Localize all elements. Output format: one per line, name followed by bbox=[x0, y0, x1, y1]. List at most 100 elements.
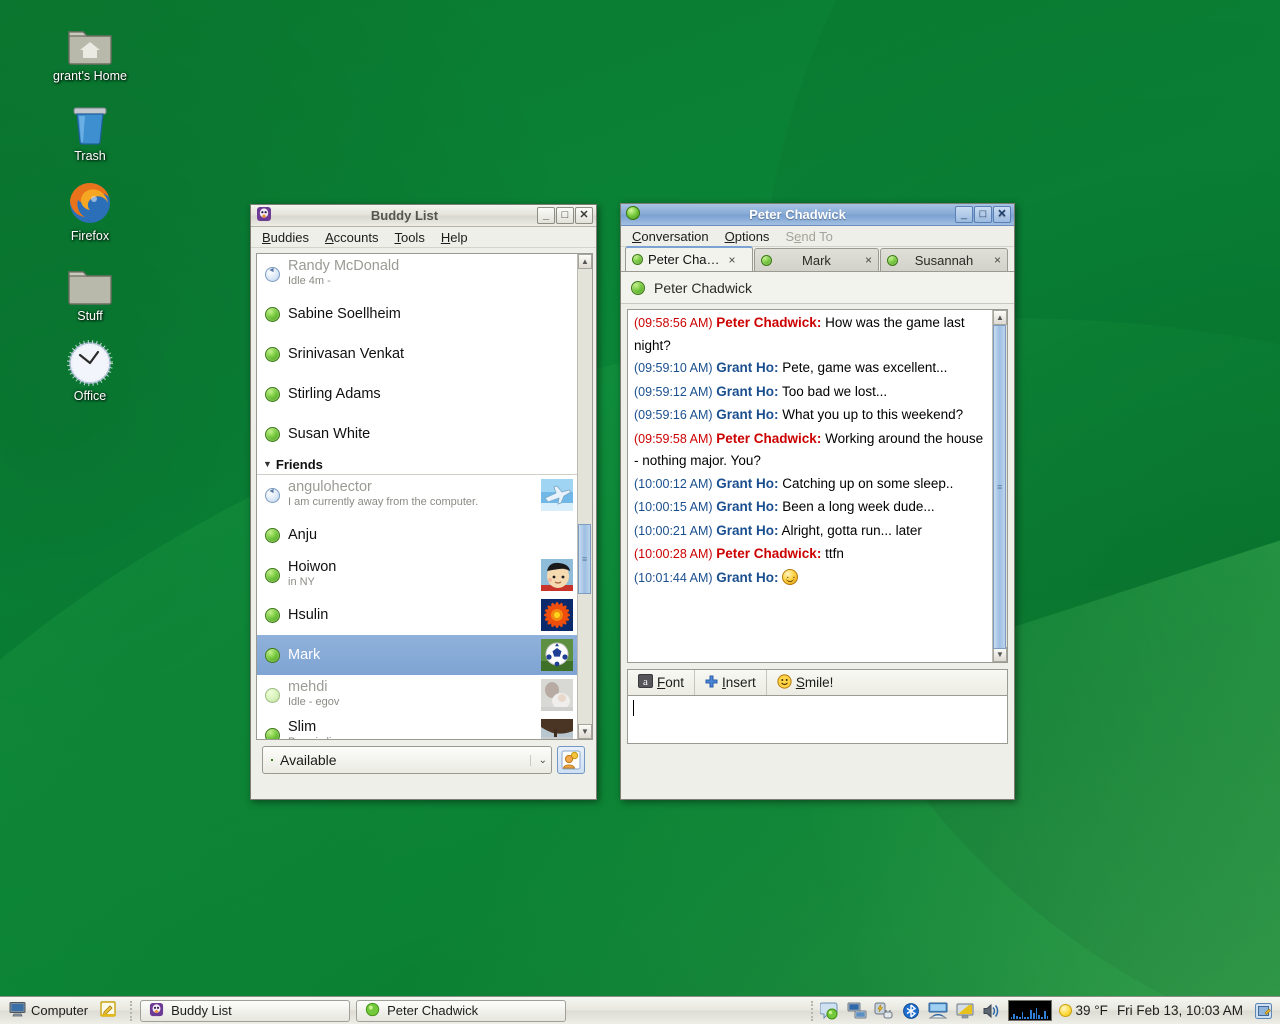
show-desktop-icon[interactable] bbox=[1252, 1000, 1274, 1022]
conversation-scrollbar[interactable]: ▲ ▼ bbox=[992, 310, 1007, 662]
close-button[interactable]: ✕ bbox=[993, 206, 1011, 223]
desktop-icon-stuff[interactable]: Stuff bbox=[40, 258, 140, 323]
chevron-down-icon[interactable]: ▼ bbox=[263, 459, 272, 469]
scroll-down-button[interactable]: ▼ bbox=[578, 724, 592, 739]
message-input[interactable] bbox=[627, 696, 1008, 744]
buddy-list-scrollbar[interactable]: ▲ ▼ bbox=[577, 254, 592, 739]
scroll-up-button[interactable]: ▲ bbox=[993, 310, 1007, 325]
conversation-titlebar[interactable]: Peter Chadwick _ □ ✕ bbox=[621, 204, 1014, 226]
close-tab-icon[interactable]: × bbox=[994, 253, 1001, 267]
weather-indicator[interactable]: 39 °F bbox=[1057, 1003, 1108, 1018]
font-button[interactable]: a Font bbox=[628, 670, 696, 695]
message-timestamp: (09:59:12 AM) bbox=[634, 384, 713, 399]
insert-button[interactable]: Insert bbox=[695, 670, 767, 695]
chat-message: (10:01:44 AM) Grant Ho: bbox=[634, 565, 988, 590]
scroll-up-button[interactable]: ▲ bbox=[578, 254, 592, 269]
buddy-list-window-controls: _ □ ✕ bbox=[537, 207, 593, 224]
close-tab-icon[interactable]: × bbox=[729, 253, 736, 267]
monitor-brightness-icon[interactable] bbox=[954, 1000, 976, 1022]
cpu-monitor-icon[interactable] bbox=[1007, 1000, 1052, 1021]
display-settings-icon[interactable] bbox=[927, 1000, 949, 1022]
buddy-list-item[interactable]: Stirling Adams bbox=[257, 374, 577, 414]
minimize-button[interactable]: _ bbox=[955, 206, 973, 223]
presence-icon-online bbox=[265, 727, 280, 739]
scroll-down-button[interactable]: ▼ bbox=[993, 647, 1007, 662]
power-battery-icon[interactable] bbox=[873, 1000, 895, 1022]
scroll-track[interactable] bbox=[578, 269, 592, 724]
buddy-list-item[interactable]: mehdi Idle - egov bbox=[257, 675, 577, 715]
buddy-list-item[interactable]: Randy McDonaldIdle 4m - bbox=[257, 254, 577, 294]
scroll-thumb[interactable] bbox=[993, 325, 1006, 649]
volume-icon[interactable] bbox=[981, 1000, 1003, 1022]
menu-options[interactable]: Options bbox=[718, 228, 777, 245]
presence-icon-online bbox=[761, 254, 772, 266]
message-text: Been a long week dude... bbox=[778, 499, 935, 514]
buddy-list-item[interactable]: angulohectorI am currently away from the… bbox=[257, 475, 577, 515]
menu-buddies[interactable]: Buddies bbox=[255, 229, 316, 246]
conversation-log-container: (09:58:56 AM) Peter Chadwick: How was th… bbox=[627, 309, 1008, 663]
maximize-button[interactable]: □ bbox=[974, 206, 992, 223]
launcher-notes-editor[interactable] bbox=[97, 1000, 120, 1022]
conversation-title: Peter Chadwick bbox=[749, 207, 846, 222]
buddy-list-item[interactable]: Srinivasan Venkat bbox=[257, 334, 577, 374]
desktop-icon-office[interactable]: Office bbox=[40, 338, 140, 403]
conversation-window[interactable]: Peter Chadwick _ □ ✕ Conversation Option… bbox=[620, 203, 1015, 800]
smiley-emoticon-icon bbox=[782, 565, 798, 586]
chevron-down-icon[interactable]: ⌄ bbox=[529, 754, 547, 766]
status-selector[interactable]: Available ⌄ bbox=[262, 746, 552, 774]
desktop-icon-firefox[interactable]: Firefox bbox=[40, 178, 140, 243]
conversation-log[interactable]: (09:58:56 AM) Peter Chadwick: How was th… bbox=[628, 310, 992, 662]
buddy-group-label: Friends bbox=[275, 456, 323, 472]
close-button[interactable]: ✕ bbox=[575, 207, 593, 224]
svg-text:a: a bbox=[643, 676, 648, 688]
status-selector-value: Available bbox=[280, 752, 337, 768]
network-workstation-icon[interactable] bbox=[846, 1000, 868, 1022]
scroll-thumb[interactable] bbox=[578, 524, 591, 594]
conversation-tab-mark[interactable]: Mark × bbox=[754, 248, 879, 271]
menu-conversation[interactable]: Conversation bbox=[625, 228, 716, 245]
minimize-button[interactable]: _ bbox=[537, 207, 555, 224]
buddy-list-item[interactable]: Anju bbox=[257, 515, 577, 555]
buddy-list-titlebar[interactable]: Buddy List _ □ ✕ bbox=[251, 205, 596, 227]
desktop-icon-trash[interactable]: Trash bbox=[40, 98, 140, 163]
chat-message: (10:00:21 AM) Grant Ho: Alright, gotta r… bbox=[634, 520, 988, 543]
close-tab-icon[interactable]: × bbox=[865, 253, 872, 267]
buddy-status-text: Idle 4m - bbox=[288, 275, 331, 287]
computer-icon bbox=[9, 1001, 26, 1020]
pidgin-tray-icon[interactable] bbox=[819, 1000, 841, 1022]
notes-editor-icon bbox=[100, 1000, 117, 1021]
conversation-tab-susannah[interactable]: Susannah × bbox=[880, 248, 1008, 271]
conversation-tab-petercha[interactable]: Peter Cha… × bbox=[625, 246, 753, 271]
clock[interactable]: Fri Feb 13, 10:03 AM bbox=[1113, 1003, 1247, 1018]
buddy-list-item[interactable]: Susan White bbox=[257, 414, 577, 454]
taskbar-task-buddylist[interactable]: Buddy List bbox=[140, 999, 351, 1022]
bluetooth-icon[interactable] bbox=[900, 1000, 922, 1022]
buddy-list-item[interactable]: Sabine Soellheim bbox=[257, 294, 577, 334]
buddy-group-friends[interactable]: ▼ Friends bbox=[257, 454, 577, 475]
buddy-list-item[interactable]: Hoiwon in NY bbox=[257, 555, 577, 595]
conversation-format-toolbar: a Font Insert Smile! bbox=[627, 669, 1008, 696]
buddy-name: Randy McDonald bbox=[288, 259, 400, 274]
taskbar-task-peterchadwick[interactable]: Peter Chadwick bbox=[356, 999, 567, 1022]
buddy-list-window[interactable]: Buddy List _ □ ✕ Buddies Accounts Tools … bbox=[250, 204, 597, 800]
buddy-list-scroll-area[interactable]: Randy McDonaldIdle 4m - Sabine Soellheim S… bbox=[257, 254, 577, 739]
buddy-list-item[interactable]: Hsulin bbox=[257, 595, 577, 635]
contact-presence-icon bbox=[631, 280, 645, 295]
buddy-avatar-orange-flower bbox=[541, 599, 573, 631]
message-timestamp: (10:01:44 AM) bbox=[634, 570, 713, 585]
maximize-button[interactable]: □ bbox=[556, 207, 574, 224]
menu-tools[interactable]: Tools bbox=[387, 229, 431, 246]
menu-help[interactable]: Help bbox=[434, 229, 475, 246]
message-text: Pete, game was excellent... bbox=[778, 360, 948, 375]
message-sender: Grant Ho: bbox=[716, 475, 779, 491]
buddy-list-item[interactable]: Mark bbox=[257, 635, 577, 675]
scroll-track[interactable] bbox=[993, 325, 1007, 649]
conversation-tab-bar[interactable]: Peter Cha… × Mark × Susannah × bbox=[621, 246, 1014, 272]
buddy-icon-button[interactable] bbox=[557, 746, 585, 774]
smile-button[interactable]: Smile! bbox=[767, 670, 844, 695]
menu-accounts[interactable]: Accounts bbox=[318, 229, 385, 246]
launcher-computer[interactable]: Computer bbox=[6, 1000, 91, 1021]
desktop-icon-home[interactable]: grant's Home bbox=[40, 18, 140, 83]
buddy-avatar-tree-photo bbox=[541, 719, 573, 739]
buddy-list-item[interactable]: SlimPas si slim bbox=[257, 715, 577, 739]
